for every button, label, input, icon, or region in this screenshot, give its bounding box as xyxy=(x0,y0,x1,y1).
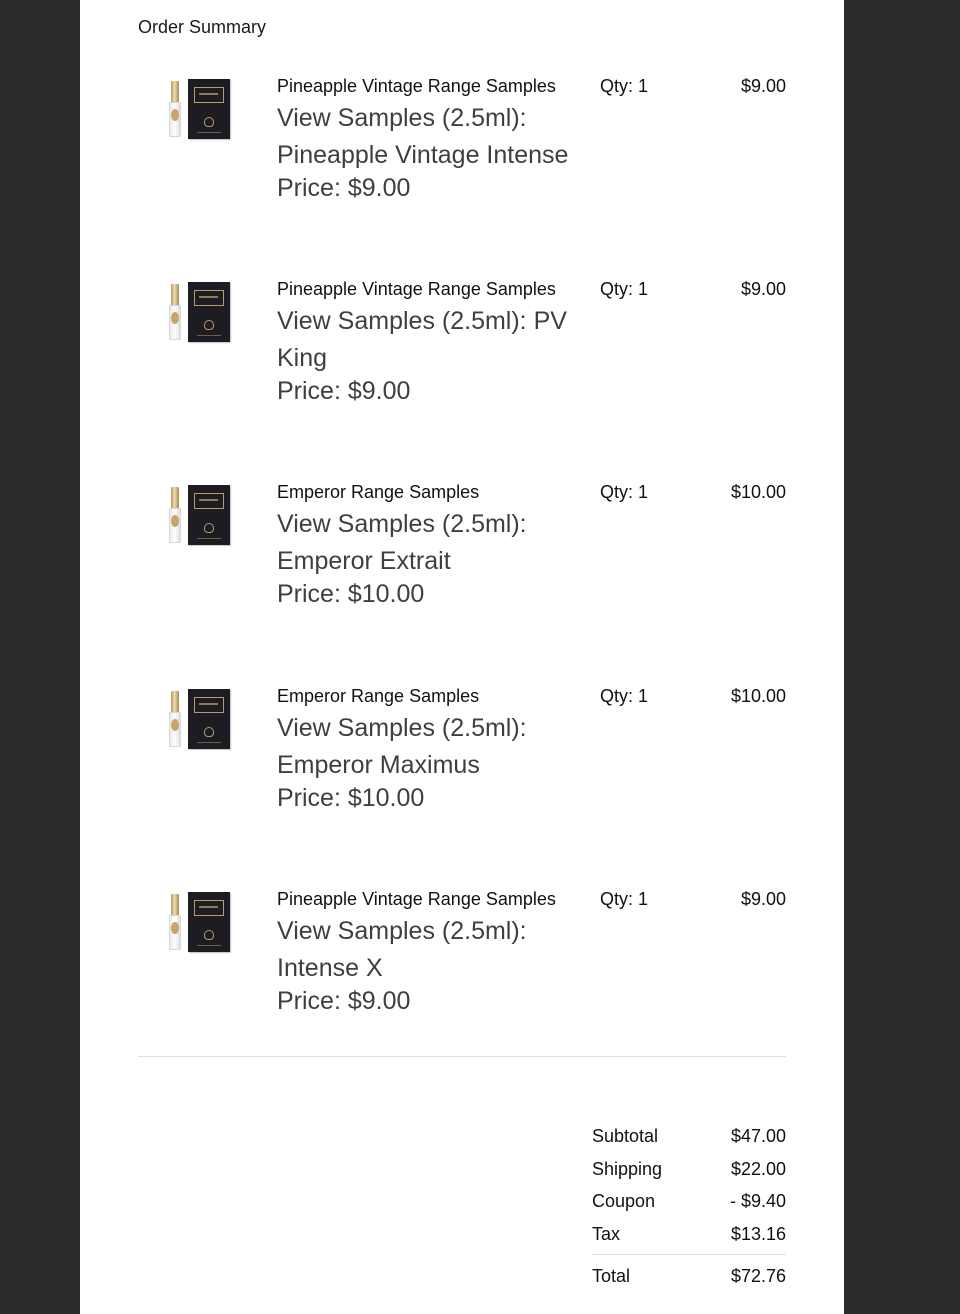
sample-vial-and-box-icon xyxy=(164,686,232,754)
items-divider xyxy=(138,1056,786,1057)
unit-price: Price: $10.00 xyxy=(277,580,425,608)
product-variant: View Samples (2.5ml): Emperor Extrait xyxy=(277,510,527,575)
product-variant: View Samples (2.5ml): Emperor Maximus xyxy=(277,714,527,779)
total-value: $72.76 xyxy=(730,1265,786,1286)
sample-vial-and-box-icon xyxy=(164,482,232,550)
subtotal-value: $47.00 xyxy=(730,1126,786,1146)
order-item: Pineapple Vintage Range Samples View Sam… xyxy=(80,76,844,236)
product-name[interactable]: Pineapple Vintage Range Samples xyxy=(277,76,556,97)
subtotal-row: Subtotal $47.00 xyxy=(592,1126,786,1159)
page-title: Order Summary xyxy=(138,17,267,37)
line-total: $9.00 xyxy=(740,889,786,909)
order-summary-page: Order Summary Pineapple Vintage Range Sa… xyxy=(80,0,844,1314)
sample-vial-and-box-icon xyxy=(164,889,232,957)
sample-vial-and-box-icon xyxy=(164,279,232,347)
product-variant: View Samples (2.5ml): PV King xyxy=(277,307,567,372)
shipping-value: $22.00 xyxy=(730,1158,786,1179)
quantity: Qty: 1 xyxy=(600,76,649,96)
product-name[interactable]: Pineapple Vintage Range Samples xyxy=(277,279,556,300)
order-item: Emperor Range Samples View Samples (2.5m… xyxy=(80,482,844,642)
quantity: Qty: 1 xyxy=(600,686,649,706)
order-item: Pineapple Vintage Range Samples View Sam… xyxy=(80,279,844,439)
line-total: $10.00 xyxy=(730,482,786,502)
quantity: Qty: 1 xyxy=(600,889,649,909)
subtotal-label: Subtotal xyxy=(592,1126,659,1146)
quantity: Qty: 1 xyxy=(600,482,649,502)
order-item: Emperor Range Samples View Samples (2.5m… xyxy=(80,686,844,846)
total-row: Total $72.76 xyxy=(592,1266,786,1299)
coupon-row: Coupon - $9.40 xyxy=(592,1191,786,1224)
line-total: $9.00 xyxy=(740,76,786,96)
order-item: Pineapple Vintage Range Samples View Sam… xyxy=(80,889,844,1049)
coupon-label: Coupon xyxy=(592,1191,656,1211)
tax-row: Tax $13.16 xyxy=(592,1224,786,1254)
quantity: Qty: 1 xyxy=(600,279,649,299)
sample-vial-and-box-icon xyxy=(164,76,232,144)
product-name[interactable]: Emperor Range Samples xyxy=(277,686,479,707)
totals-divider xyxy=(592,1253,786,1255)
unit-price: Price: $10.00 xyxy=(277,784,425,812)
unit-price: Price: $9.00 xyxy=(277,987,411,1015)
line-total: $10.00 xyxy=(730,686,786,706)
tax-value: $13.16 xyxy=(730,1223,786,1244)
coupon-value: - $9.40 xyxy=(729,1191,786,1211)
product-variant: View Samples (2.5ml): Pineapple Vintage … xyxy=(277,104,569,169)
product-name[interactable]: Pineapple Vintage Range Samples xyxy=(277,889,556,910)
unit-price: Price: $9.00 xyxy=(277,377,411,405)
product-name[interactable]: Emperor Range Samples xyxy=(277,482,479,503)
shipping-label: Shipping xyxy=(592,1158,663,1179)
shipping-row: Shipping $22.00 xyxy=(592,1159,786,1192)
line-total: $9.00 xyxy=(740,279,786,299)
tax-label: Tax xyxy=(592,1223,621,1244)
unit-price: Price: $9.00 xyxy=(277,174,411,202)
order-totals: Subtotal $47.00 Shipping $22.00 Coupon -… xyxy=(592,1126,786,1298)
product-variant: View Samples (2.5ml): Intense X xyxy=(277,917,527,982)
total-label: Total xyxy=(592,1265,631,1286)
